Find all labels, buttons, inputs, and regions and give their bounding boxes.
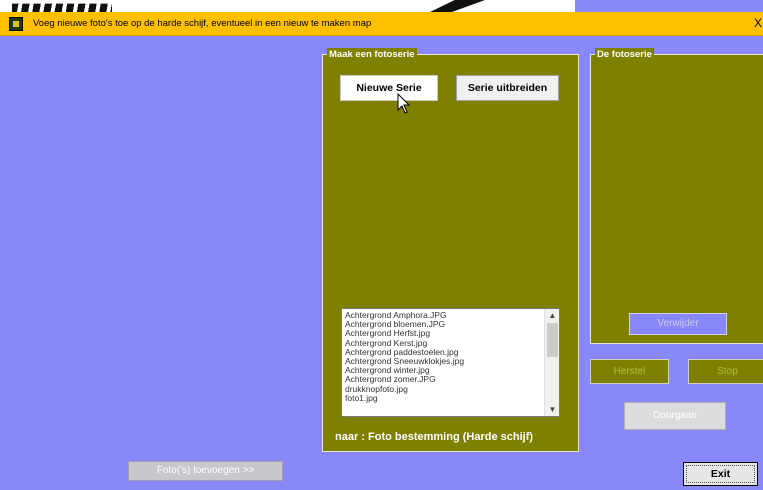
remove-button[interactable]: Verwijder [629, 313, 727, 335]
add-photos-button[interactable]: Foto('s) toevoegen >> [128, 461, 283, 481]
destination-label: naar : Foto bestemming (Harde schijf) [335, 431, 534, 443]
file-list[interactable]: Achtergrond Amphora.JPG Achtergrond bloem… [341, 308, 560, 417]
file-list-item[interactable]: foto1.jpg [345, 394, 543, 403]
top-strip [0, 0, 763, 12]
photo-series-panel: De fotoserie [590, 48, 763, 344]
scroll-down-icon[interactable]: ▼ [545, 403, 560, 416]
file-list-item[interactable]: Achtergrond winter.jpg [345, 366, 543, 375]
title-bar: Voeg nieuwe foto's toe op de harde schij… [0, 12, 763, 36]
scroll-thumb[interactable] [547, 323, 558, 357]
scroll-up-icon[interactable]: ▲ [545, 309, 560, 322]
file-list-item[interactable]: Achtergrond bloemen.JPG [345, 320, 543, 329]
file-list-item[interactable]: Achtergrond zomer.JPG [345, 375, 543, 384]
exit-button[interactable]: Exit [683, 462, 758, 486]
file-list-items: Achtergrond Amphora.JPG Achtergrond bloem… [345, 311, 543, 403]
app-icon [9, 17, 23, 31]
file-list-item[interactable]: Achtergrond Herfst.jpg [345, 329, 543, 338]
top-strip-blue [575, 0, 763, 12]
extend-series-button[interactable]: Serie uitbreiden [456, 75, 559, 101]
close-icon[interactable]: X [754, 16, 762, 30]
create-series-legend: Maak een fotoserie [327, 48, 417, 61]
new-series-button[interactable]: Nieuwe Serie [340, 75, 438, 101]
file-list-item[interactable]: Achtergrond Kerst.jpg [345, 339, 543, 348]
file-list-item[interactable]: Achtergrond Amphora.JPG [345, 311, 543, 320]
file-list-scrollbar[interactable]: ▲ ▼ [544, 309, 559, 416]
file-list-item[interactable]: drukknopfoto.jpg [345, 385, 543, 394]
stop-button[interactable]: Stop [688, 359, 763, 384]
file-list-item[interactable]: Achtergrond paddestoelen.jpg [345, 348, 543, 357]
restore-button[interactable]: Herstel [590, 359, 669, 384]
window-title: Voeg nieuwe foto's toe op de harde schij… [33, 18, 372, 29]
logo-slash [430, 0, 485, 12]
continue-button[interactable]: Doorgaan [624, 402, 726, 430]
mouse-cursor-icon [397, 93, 411, 114]
photo-series-legend: De fotoserie [595, 48, 654, 61]
logo-fragment [12, 3, 112, 12]
file-list-item[interactable]: Achtergrond Sneeuwklokjes.jpg [345, 357, 543, 366]
